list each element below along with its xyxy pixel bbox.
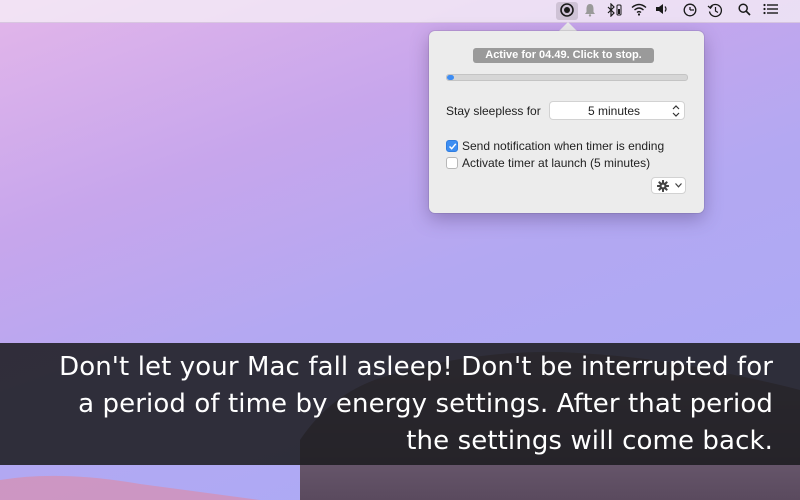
- settings-gear-button[interactable]: [651, 177, 686, 194]
- volume-icon[interactable]: [653, 2, 671, 20]
- timer-progress-fill: [447, 75, 455, 80]
- popover-arrow: [559, 22, 577, 31]
- send-notification-checkbox[interactable]: [446, 140, 458, 152]
- gear-icon: [657, 180, 669, 192]
- menu-bar: [0, 0, 800, 23]
- up-down-chevron-icon: [672, 105, 680, 117]
- clock-history-icon[interactable]: [706, 2, 724, 20]
- active-timer-stop-button[interactable]: Active for 04.49. Click to stop.: [473, 48, 654, 63]
- duration-value: 5 minutes: [587, 104, 641, 118]
- send-notification-label: Send notification when timer is ending: [462, 139, 665, 153]
- caption-text: Don't let your Mac fall asleep! Don't be…: [59, 352, 773, 456]
- wifi-icon[interactable]: [630, 2, 648, 20]
- caffeine-popover: Active for 04.49. Click to stop. Stay sl…: [429, 31, 704, 213]
- stay-sleepless-label: Stay sleepless for: [446, 104, 541, 118]
- notification-bell-icon[interactable]: [581, 2, 599, 20]
- notification-center-list-icon[interactable]: [762, 2, 780, 20]
- bluetooth-icon[interactable]: [604, 2, 626, 20]
- timer-progress-bar: [446, 74, 688, 81]
- activate-at-launch-label: Activate timer at launch (5 minutes): [462, 156, 651, 170]
- duration-select[interactable]: 5 minutes: [549, 101, 685, 120]
- activate-at-launch-checkbox[interactable]: [446, 157, 458, 169]
- spotlight-search-icon[interactable]: [735, 2, 753, 20]
- chevron-down-icon: [675, 183, 682, 188]
- time-machine-icon[interactable]: [681, 2, 699, 20]
- caption-band: Don't let your Mac fall asleep! Don't be…: [0, 343, 800, 465]
- caffeine-app-icon[interactable]: [556, 2, 578, 20]
